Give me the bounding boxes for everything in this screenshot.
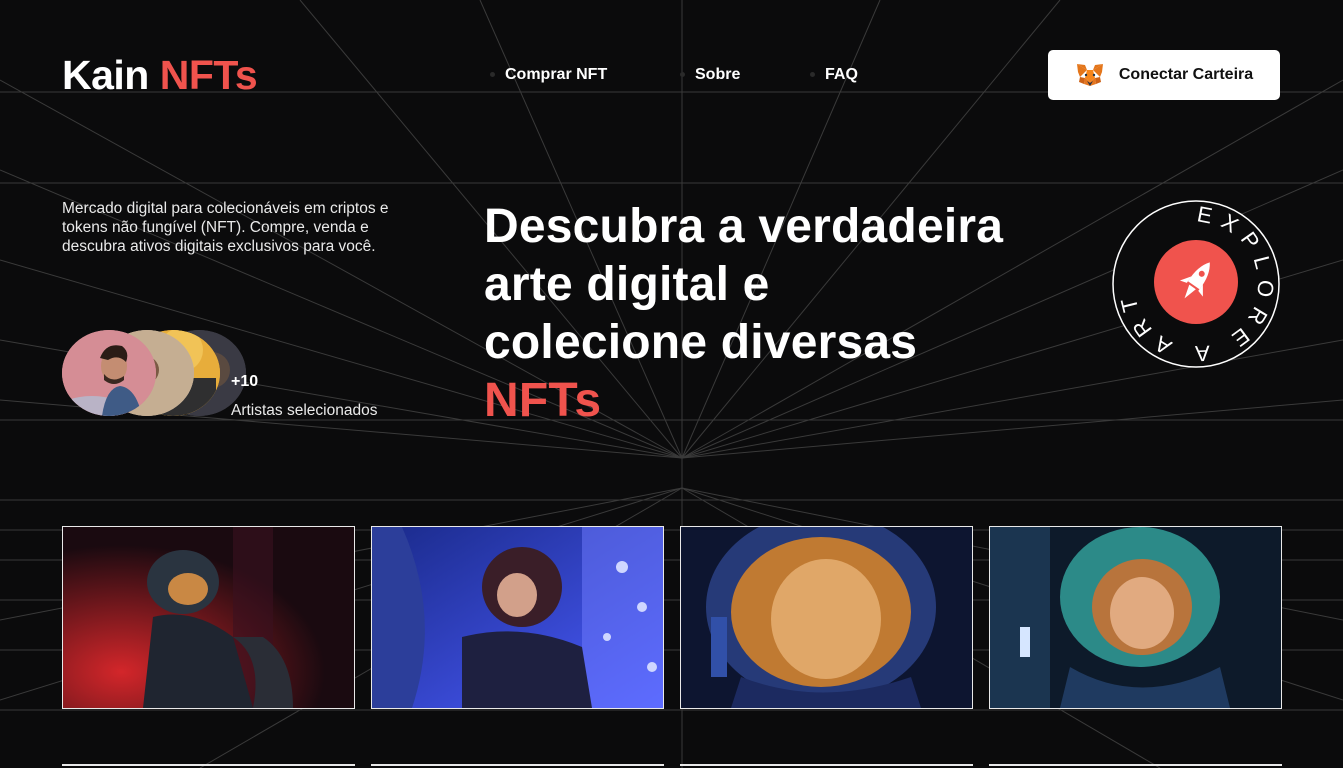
nft-card[interactable] bbox=[680, 526, 973, 709]
nav-bullet-icon bbox=[490, 72, 495, 78]
hero-headline: Descubra a verdadeira arte digital e col… bbox=[484, 198, 1084, 430]
nav-label: Comprar NFT bbox=[505, 66, 608, 83]
nft-card-row2[interactable] bbox=[989, 764, 1282, 768]
connect-wallet-button[interactable]: Conectar Carteira bbox=[1048, 50, 1280, 100]
logo-main: Kain bbox=[62, 52, 149, 98]
metamask-fox-icon bbox=[1076, 64, 1103, 86]
nav-item-sobre[interactable]: Sobre bbox=[680, 66, 740, 84]
explore-art-badge[interactable]: EXPLORE A ARTE bbox=[1111, 199, 1281, 369]
nft-card[interactable] bbox=[62, 526, 355, 709]
artists-label: Artistas selecionados bbox=[231, 402, 378, 419]
nav-bullet-icon bbox=[810, 72, 815, 78]
avatar bbox=[62, 330, 156, 416]
connect-wallet-label: Conectar Carteira bbox=[1118, 66, 1254, 83]
nav-item-comprar-nft[interactable]: Comprar NFT bbox=[490, 66, 607, 84]
page: Kain NFTs Comprar NFT Sobre FAQ Conectar… bbox=[0, 0, 1343, 768]
nav-item-faq[interactable]: FAQ bbox=[810, 66, 858, 84]
headline-line: colecione diversas bbox=[484, 316, 918, 369]
headline-line: Descubra a verdadeira bbox=[484, 200, 1004, 253]
nft-card-row2[interactable] bbox=[62, 764, 355, 768]
logo[interactable]: Kain NFTs bbox=[62, 52, 258, 99]
nft-card[interactable] bbox=[371, 526, 664, 709]
nft-card-row2[interactable] bbox=[680, 764, 973, 768]
nft-card-row2[interactable] bbox=[371, 764, 664, 768]
artists-count: +10 bbox=[231, 373, 259, 390]
logo-accent: NFTs bbox=[159, 52, 258, 98]
headline-line: arte digital e bbox=[484, 258, 770, 311]
intro-text: Mercado digital para colecionáveis em cr… bbox=[62, 200, 389, 255]
nft-card[interactable] bbox=[989, 526, 1282, 709]
nav-label: FAQ bbox=[825, 66, 858, 83]
nav-label: Sobre bbox=[695, 66, 741, 83]
artist-avatars[interactable] bbox=[62, 330, 246, 416]
nav-bullet-icon bbox=[680, 72, 685, 78]
headline-accent: NFTs bbox=[484, 374, 602, 427]
